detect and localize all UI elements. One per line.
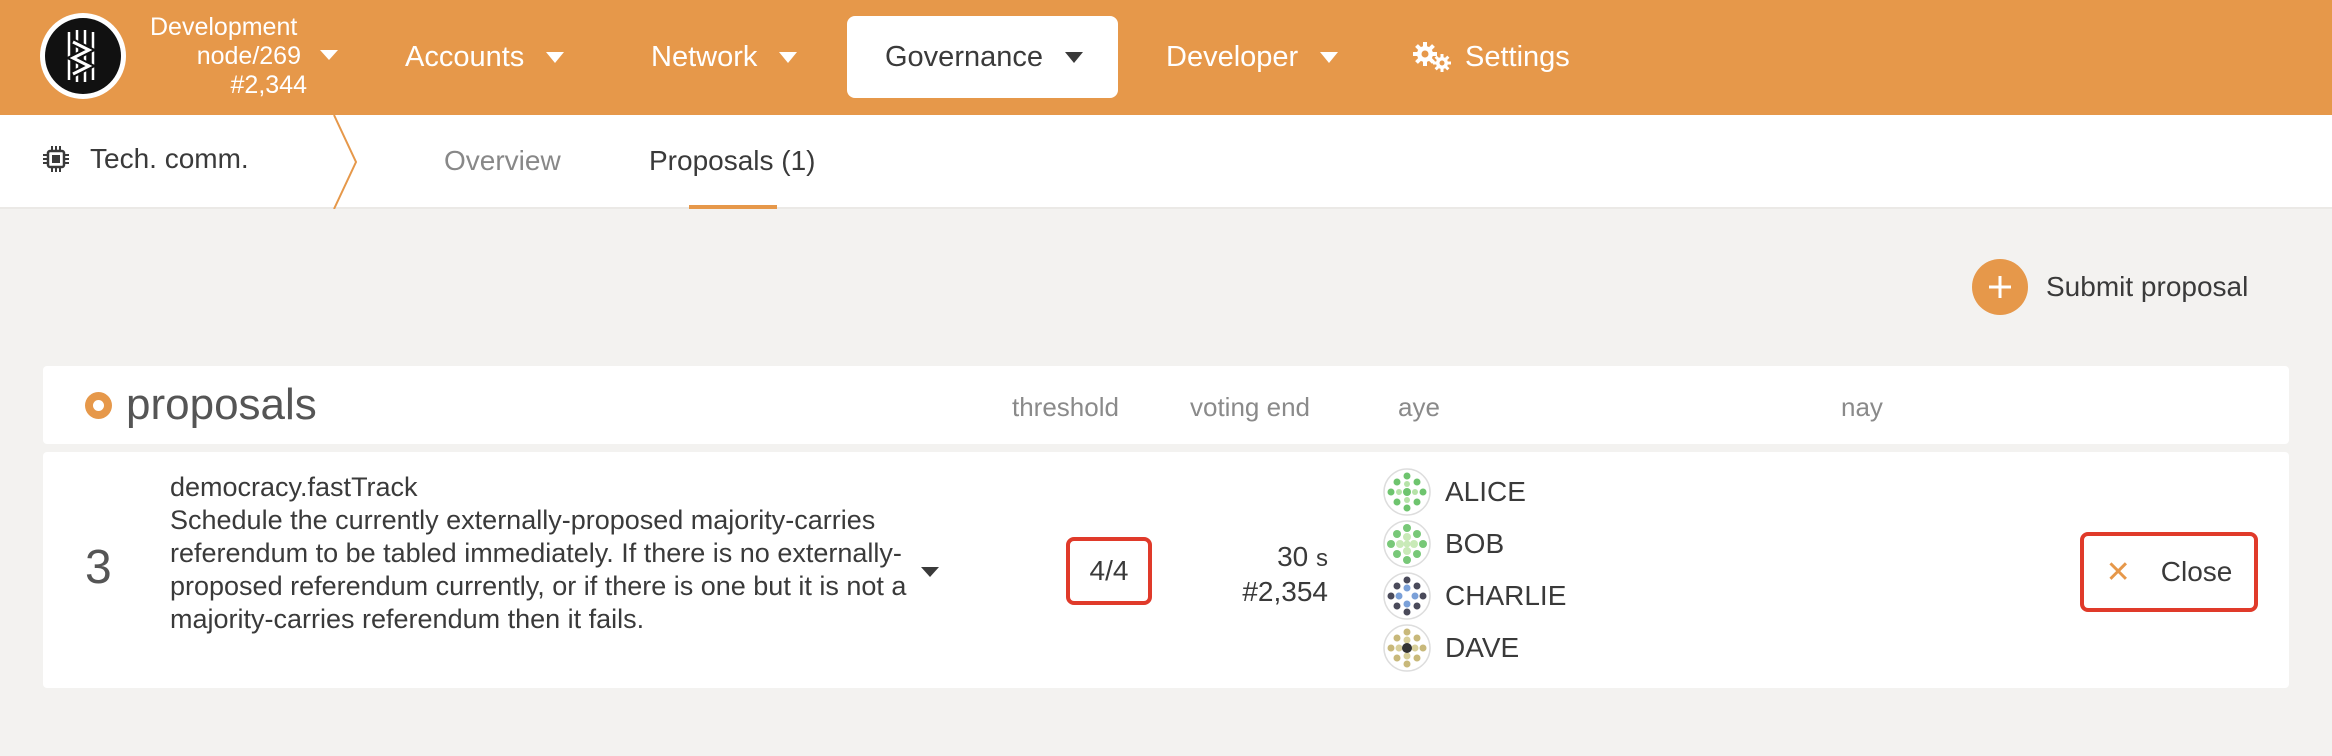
avatar xyxy=(1383,624,1431,672)
nav-settings-label: Settings xyxy=(1465,40,1570,73)
table-title-label: proposals xyxy=(126,380,317,429)
close-proposal-label: Close xyxy=(2160,556,2233,587)
proposals-table-header: proposals threshold voting end aye nay xyxy=(43,366,2289,444)
sub-navigation-bar: Tech. comm. Overview Proposals (1) xyxy=(0,115,2332,209)
plus-icon xyxy=(1972,259,2028,315)
submit-proposal-label: Submit proposal xyxy=(2046,271,2249,302)
chevron-down-icon[interactable] xyxy=(920,565,940,579)
proposal-index: 3 xyxy=(85,541,112,594)
chevron-down-icon[interactable] xyxy=(318,48,340,62)
column-header-aye: aye xyxy=(1398,392,1440,422)
nav-developer[interactable]: Developer xyxy=(1128,16,1376,98)
node-version: node/269 xyxy=(196,42,301,70)
chip-icon xyxy=(43,146,69,172)
chevron-down-icon xyxy=(1065,51,1083,63)
section-title: Tech. comm. xyxy=(42,143,249,175)
node-selector[interactable]: Development node/269 #2,344 xyxy=(150,13,335,100)
aye-voter[interactable]: ALICE xyxy=(1383,466,1566,518)
avatar xyxy=(1383,572,1431,620)
nav-accounts[interactable]: Accounts xyxy=(367,16,602,98)
voting-end-time: 30 xyxy=(1277,541,1309,572)
aye-voter[interactable]: BOB xyxy=(1383,518,1566,570)
aye-voter-name: DAVE xyxy=(1445,632,1520,663)
aye-voter-name: CHARLIE xyxy=(1445,580,1567,611)
tab-overview[interactable]: Overview xyxy=(444,145,561,177)
voting-end: 30 s #2,354 xyxy=(1183,540,1328,608)
voting-end-block: #2,354 xyxy=(1242,576,1328,607)
column-header-nay: nay xyxy=(1841,392,1883,422)
chevron-down-icon xyxy=(779,51,798,63)
nav-governance[interactable]: Governance xyxy=(847,16,1118,98)
aye-voter[interactable]: DAVE xyxy=(1383,622,1566,674)
proposal-method: democracy.fastTrack xyxy=(170,472,418,502)
chain-logo[interactable] xyxy=(40,13,126,99)
chevron-down-icon xyxy=(546,51,565,63)
nav-accounts-label: Accounts xyxy=(405,40,525,73)
active-tab-indicator xyxy=(689,205,777,209)
close-proposal-button[interactable]: ✕ Close xyxy=(2080,532,2258,612)
status-dot-icon xyxy=(85,391,112,419)
nav-settings[interactable]: Settings xyxy=(1375,16,1608,98)
proposal-description: Schedule the currently externally-propos… xyxy=(170,505,907,634)
aye-voter[interactable]: CHARLIE xyxy=(1383,570,1566,622)
nav-network-label: Network xyxy=(651,40,758,73)
avatar xyxy=(1383,468,1431,516)
node-chain-name: Development xyxy=(150,13,298,41)
aye-voter-name: BOB xyxy=(1445,528,1505,559)
chain-logo-icon xyxy=(45,18,121,94)
nav-developer-label: Developer xyxy=(1166,40,1299,73)
aye-voter-name: ALICE xyxy=(1445,476,1526,507)
breadcrumb-separator-icon xyxy=(333,115,358,209)
section-title-label: Tech. comm. xyxy=(90,143,249,174)
column-header-threshold: threshold xyxy=(1012,392,1119,422)
threshold-value: 4/4 xyxy=(1066,537,1152,605)
aye-voters-list: ALICE BOB CHARLIE DAVE xyxy=(1383,466,1566,674)
nav-governance-label: Governance xyxy=(885,40,1043,73)
submit-proposal-button[interactable]: Submit proposal xyxy=(1972,259,2248,315)
tab-proposals[interactable]: Proposals (1) xyxy=(649,145,816,177)
avatar xyxy=(1383,520,1431,568)
table-row: 3 democracy.fastTrack Schedule the curre… xyxy=(43,452,2289,688)
voting-end-unit: s xyxy=(1316,545,1328,572)
column-header-voting-end: voting end xyxy=(1190,392,1310,422)
chevron-down-icon xyxy=(1320,51,1339,63)
nav-network[interactable]: Network xyxy=(613,16,835,98)
node-best-block: #2,344 xyxy=(230,71,307,99)
gears-icon xyxy=(1413,42,1451,72)
top-navigation-bar: Development node/269 #2,344 Accounts Net… xyxy=(0,0,2332,115)
close-icon: ✕ xyxy=(2105,555,2131,589)
table-title: proposals xyxy=(85,380,317,430)
